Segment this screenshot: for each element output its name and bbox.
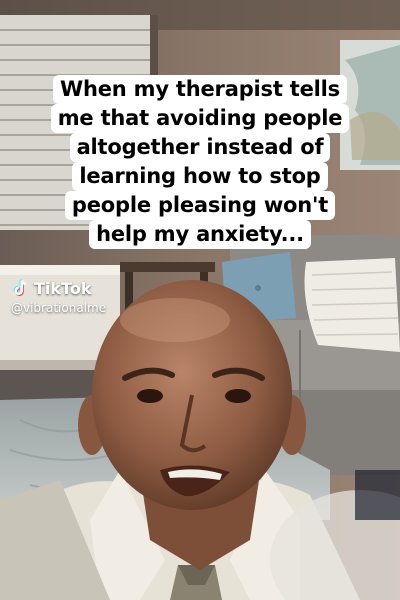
caption-line: help my anxiety... — [89, 220, 311, 249]
pillow-white — [304, 258, 400, 352]
caption-line: When my therapist tells — [53, 75, 347, 104]
caption-line: altogether instead of — [69, 133, 331, 162]
meme-caption: When my therapist tells me that avoiding… — [34, 75, 366, 249]
tiktok-brand-label: TikTok — [34, 278, 92, 298]
caption-line: me that avoiding people — [50, 104, 350, 133]
tiktok-watermark: TikTok @vibrationalme — [10, 278, 107, 316]
creator-handle: @vibrationalme — [11, 301, 107, 315]
tiktok-logo-icon — [13, 279, 27, 296]
caption-line: people pleasing won't — [64, 191, 336, 220]
dark-jacket-edge — [355, 470, 400, 520]
caption-line: learning how to stop — [72, 162, 328, 191]
